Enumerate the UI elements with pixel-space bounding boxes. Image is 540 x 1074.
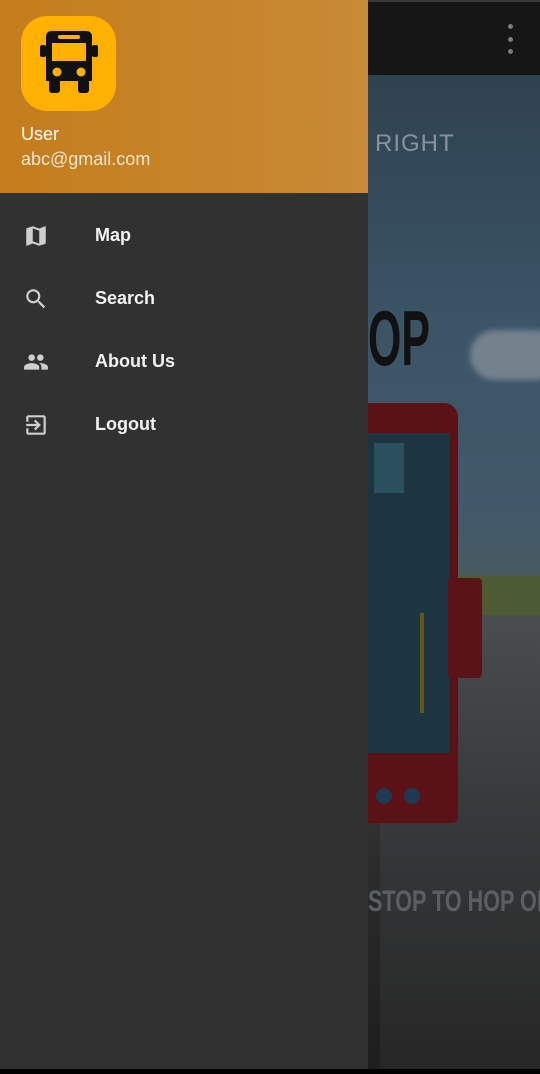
bus-headlight — [376, 788, 392, 804]
drawer-item-label: Map — [95, 225, 131, 245]
bus-icon — [21, 16, 116, 111]
user-email: abc@gmail.com — [21, 149, 151, 169]
drawer-item-logout[interactable]: Logout — [0, 393, 368, 456]
bus-mirror — [448, 578, 482, 678]
drawer-header: User abc@gmail.com — [0, 0, 368, 193]
drawer-item-label: About Us — [95, 351, 175, 371]
drawer-item-search[interactable]: Search — [0, 267, 368, 330]
poster-text-bottom: STOP TO HOP ON — [368, 885, 540, 918]
bus-pole — [420, 613, 424, 713]
more-vert-icon[interactable] — [500, 24, 520, 54]
people-icon — [22, 348, 50, 376]
drawer-item-about-us[interactable]: About Us — [0, 330, 368, 393]
poster-text-top: RIGHT — [375, 130, 455, 157]
navigation-drawer: User abc@gmail.com Map Search About Us L… — [0, 0, 368, 1069]
bus-headlight — [404, 788, 420, 804]
map-icon — [22, 222, 50, 250]
search-icon — [22, 285, 50, 313]
menu-dot — [507, 49, 513, 54]
user-name: User — [21, 124, 60, 144]
poster-text-big: OP — [368, 294, 430, 382]
bottom-edge — [0, 1069, 540, 1074]
logout-icon — [22, 411, 50, 439]
menu-dot — [507, 36, 513, 42]
drawer-item-label: Logout — [95, 414, 156, 434]
drawer-item-map[interactable]: Map — [0, 204, 368, 267]
menu-dot — [507, 24, 513, 29]
cloud-shape — [470, 330, 540, 380]
drawer-item-label: Search — [95, 288, 156, 308]
bus-window-pane — [374, 443, 404, 493]
